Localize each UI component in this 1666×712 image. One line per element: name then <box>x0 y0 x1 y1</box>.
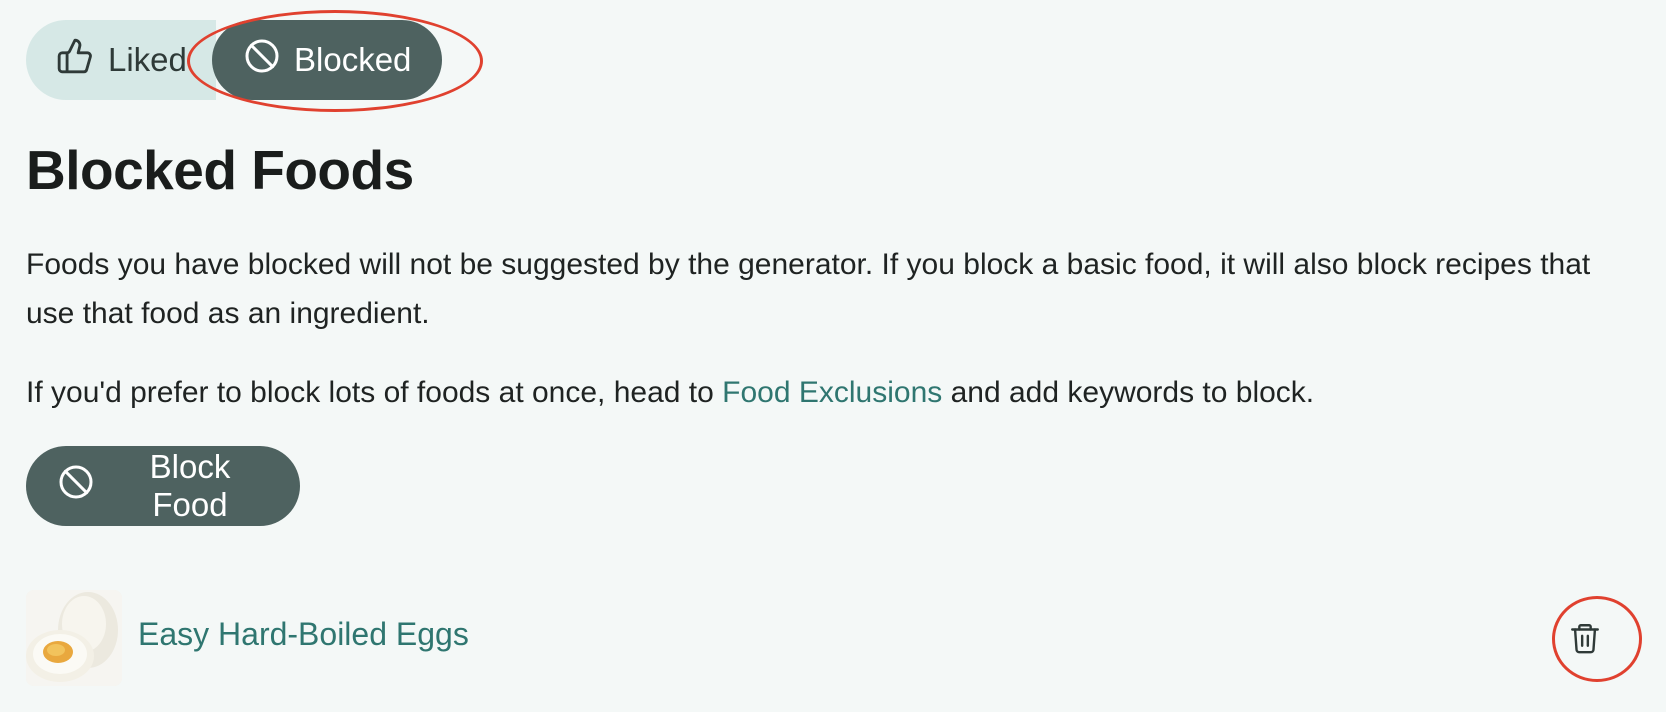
liked-blocked-toggle: Liked Blocked <box>26 20 442 100</box>
blocked-tab-label: Blocked <box>294 41 412 78</box>
food-name-link[interactable]: Easy Hard-Boiled Eggs <box>138 616 469 653</box>
blocked-foods-description: Foods you have blocked will not be sugge… <box>26 248 1591 330</box>
food-exclusions-hint-suffix: and add keywords to block. <box>942 376 1315 409</box>
thumbs-up-icon <box>56 36 94 84</box>
block-icon <box>244 38 280 82</box>
food-exclusions-hint-prefix: If you'd prefer to block lots of foods a… <box>26 376 723 409</box>
food-exclusions-link[interactable]: Food Exclusions <box>722 376 942 409</box>
blocked-tab[interactable]: Blocked <box>212 20 442 100</box>
block-food-button[interactable]: Block Food <box>26 446 300 526</box>
delete-button[interactable] <box>1552 606 1618 672</box>
block-icon <box>58 464 94 508</box>
liked-tab-label: Liked <box>108 41 187 78</box>
blocked-food-item: Easy Hard-Boiled Eggs <box>26 590 1640 686</box>
food-exclusions-hint: If you'd prefer to block lots of foods a… <box>26 368 1314 417</box>
hard-boiled-eggs-image[interactable] <box>26 590 122 686</box>
page-title: Blocked Foods <box>26 139 414 201</box>
trash-icon <box>1568 619 1602 660</box>
liked-tab[interactable]: Liked <box>26 20 216 100</box>
block-food-button-label: Block Food <box>149 448 231 523</box>
